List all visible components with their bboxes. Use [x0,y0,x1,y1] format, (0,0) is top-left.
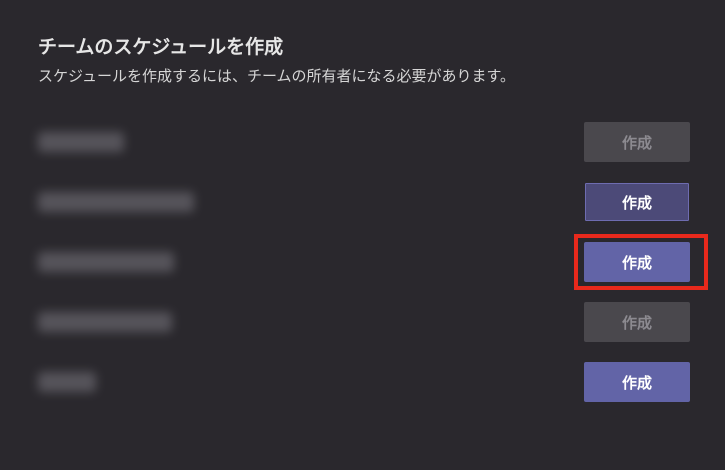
team-name-redacted [38,192,194,212]
team-name-redacted [38,312,172,332]
create-schedule-button[interactable]: 作成 [584,362,690,402]
team-name-redacted [38,372,96,392]
team-row: 作成 [0,242,725,282]
page-title: チームのスケジュールを作成 [38,36,284,58]
team-row: 作成 [0,302,725,342]
page-subtitle: スケジュールを作成するには、チームの所有者になる必要があります。 [38,67,516,85]
create-schedule-button[interactable]: 作成 [584,302,690,342]
team-row: 作成 [0,362,725,402]
create-schedule-button[interactable]: 作成 [584,242,690,282]
team-row: 作成 [0,122,725,162]
create-schedule-button[interactable]: 作成 [584,122,690,162]
team-row: 作成 [0,182,725,222]
team-name-redacted [38,132,124,152]
team-name-redacted [38,252,174,272]
create-schedule-button[interactable]: 作成 [584,182,690,222]
create-team-schedule-panel: チームのスケジュールを作成 スケジュールを作成するには、チームの所有者になる必要… [0,0,725,470]
